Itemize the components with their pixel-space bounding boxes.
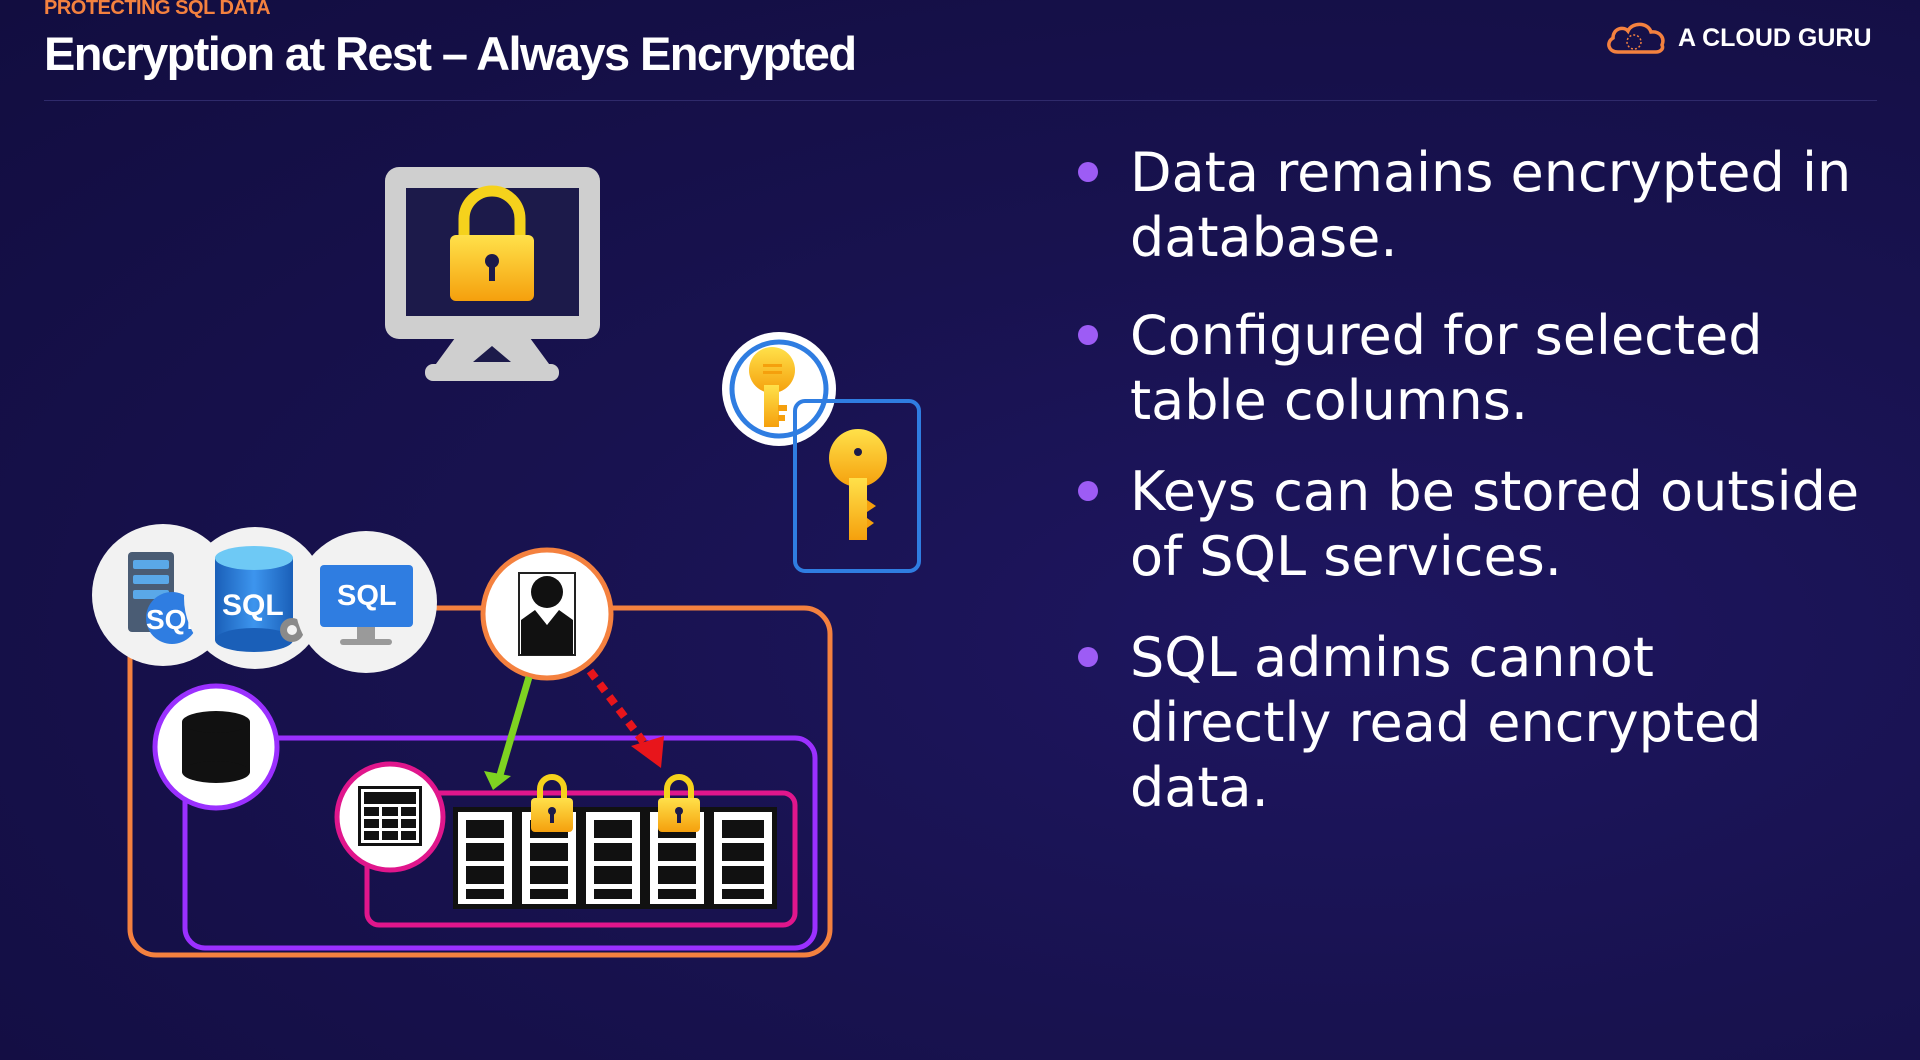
sql-label-3: SQL [337,580,397,612]
bullet-item: Data remains encrypted in database. [1076,140,1870,270]
bullet-dot [1078,647,1098,667]
table-columns [453,807,777,909]
sql-admin-user-icon [480,547,614,681]
bullet-dot [1078,325,1098,345]
table-column [586,812,640,904]
column-lock-icon [531,774,573,832]
key-vault-icon [722,332,836,446]
bullet-item: Configured for selected table columns. [1076,303,1870,433]
bullet-text: Keys can be stored outside of SQL servic… [1130,460,1860,588]
bullet-text: Data remains encrypted in database. [1130,141,1852,269]
allowed-access-arrow [496,676,533,776]
bullet-text: Configured for selected table columns. [1130,304,1763,432]
bullet-text: SQL admins cannot directly read encrypte… [1130,626,1762,819]
bullet-item: SQL admins cannot directly read encrypte… [1076,625,1870,820]
brand-logo: A CLOUD GURU [1604,18,1872,58]
bullet-item: Keys can be stored outside of SQL servic… [1076,459,1870,589]
table-icon [334,761,446,873]
sql-vm-icon: SQL [295,531,437,673]
denied-access-arrowhead [631,736,664,768]
table-column [458,812,512,904]
bullet-list: Data remains encrypted in database. Conf… [1076,140,1870,820]
always-encrypted-diagram: SQL SQL SQL [92,167,921,958]
brand-name: A CLOUD GURU [1678,23,1872,52]
allowed-access-arrowhead [484,771,511,790]
table-column [714,812,772,904]
bullet-dot [1078,481,1098,501]
sql-label-2: SQL [222,589,284,622]
database-icon [152,683,280,811]
bullet-dot [1078,162,1098,182]
cloud-icon [1607,22,1665,54]
column-lock-icon [658,774,700,832]
column-key-icon [829,429,887,540]
